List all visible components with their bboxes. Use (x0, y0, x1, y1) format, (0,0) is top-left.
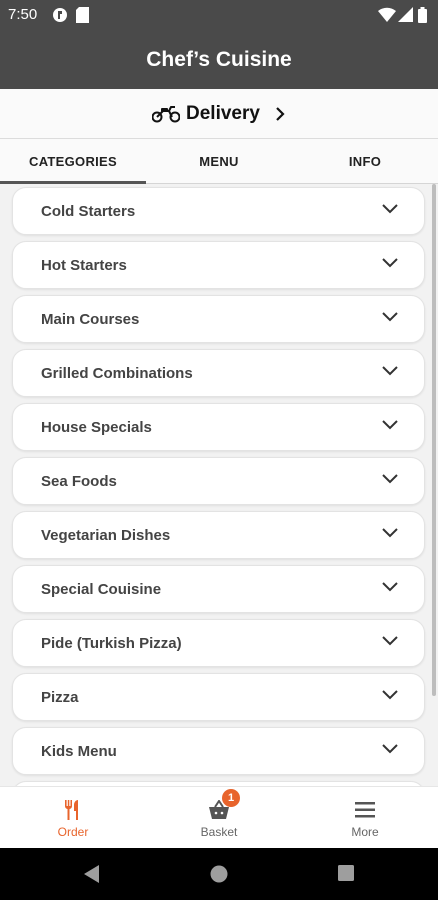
category-label: Hot Starters (41, 256, 127, 274)
tab-menu[interactable]: MENU (146, 139, 292, 183)
category-label: Cold Starters (41, 202, 136, 220)
back-icon[interactable] (84, 865, 100, 888)
category-item-cold-starters[interactable]: Cold Starters (12, 187, 425, 235)
app-bar: Chef’s Cuisine (0, 30, 438, 89)
category-item-vegetarian-dishes[interactable]: Vegetarian Dishes (12, 511, 425, 559)
category-label: Vegetarian Dishes (41, 526, 171, 544)
category-label: Pizza (41, 688, 79, 706)
basket-icon: 1 (208, 789, 240, 821)
nav-more-label: More (351, 825, 379, 839)
chevron-down-icon (382, 312, 398, 322)
nav-basket-label: Basket (200, 825, 238, 839)
chevron-down-icon (382, 690, 398, 700)
category-label: Pide (Turkish Pizza) (41, 634, 182, 652)
delivery-mode-button[interactable]: Delivery (0, 89, 438, 139)
hamburger-menu-icon (355, 799, 375, 821)
chevron-down-icon (382, 744, 398, 754)
home-icon[interactable] (210, 865, 228, 888)
chevron-down-icon (382, 474, 398, 484)
category-label: Grilled Combinations (41, 364, 193, 382)
category-item-special-couisine[interactable]: Special Couisine (12, 565, 425, 613)
fork-knife-icon (63, 799, 83, 821)
chevron-down-icon (382, 366, 398, 376)
chevron-right-icon (274, 106, 286, 122)
nav-order[interactable]: Order (0, 787, 146, 849)
category-item-house-specials[interactable]: House Specials (12, 403, 425, 451)
sd-card-icon (76, 7, 89, 27)
wifi-icon (378, 7, 396, 26)
category-item-kids-menu[interactable]: Kids Menu (12, 727, 425, 775)
chevron-down-icon (382, 204, 398, 214)
battery-icon (418, 7, 427, 27)
category-item-grilled-combinations[interactable]: Grilled Combinations (12, 349, 425, 397)
delivery-label: Delivery (186, 102, 260, 124)
bottom-nav: Order 1 Basket More (0, 786, 438, 849)
chevron-down-icon (382, 258, 398, 268)
category-label: Sea Foods (41, 472, 117, 490)
signal-icon (398, 7, 413, 26)
category-label: Main Courses (41, 310, 140, 328)
category-item-sea-foods[interactable]: Sea Foods (12, 457, 425, 505)
category-label: Kids Menu (41, 742, 117, 760)
nav-more[interactable]: More (292, 787, 438, 849)
system-nav-bar (0, 848, 438, 900)
chevron-down-icon (382, 582, 398, 592)
page-title: Chef’s Cuisine (146, 47, 292, 71)
category-label: House Specials (41, 418, 152, 436)
category-item-main-courses[interactable]: Main Courses (12, 295, 425, 343)
chevron-down-icon (382, 636, 398, 646)
nav-basket[interactable]: 1 Basket (146, 787, 292, 849)
category-label: Special Couisine (41, 580, 162, 598)
scrollbar[interactable] (432, 184, 436, 696)
chevron-down-icon (382, 528, 398, 538)
chevron-down-icon (382, 420, 398, 430)
status-time: 7:50 (8, 6, 38, 23)
motorcycle-icon (152, 105, 181, 123)
status-bar: 7:50 (0, 0, 438, 30)
recents-icon[interactable] (338, 865, 354, 886)
nav-order-label: Order (57, 825, 89, 839)
tab-info[interactable]: INFO (292, 139, 438, 183)
category-item-pide[interactable]: Pide (Turkish Pizza) (12, 619, 425, 667)
tab-bar: CATEGORIES MENU INFO (0, 139, 438, 184)
tab-categories[interactable]: CATEGORIES (0, 139, 146, 184)
basket-count-badge: 1 (222, 789, 240, 807)
category-list: Cold Starters Hot Starters Main Courses … (0, 184, 438, 786)
category-item-hot-starters[interactable]: Hot Starters (12, 241, 425, 289)
category-item-pizza[interactable]: Pizza (12, 673, 425, 721)
app-notification-icon (52, 7, 68, 27)
